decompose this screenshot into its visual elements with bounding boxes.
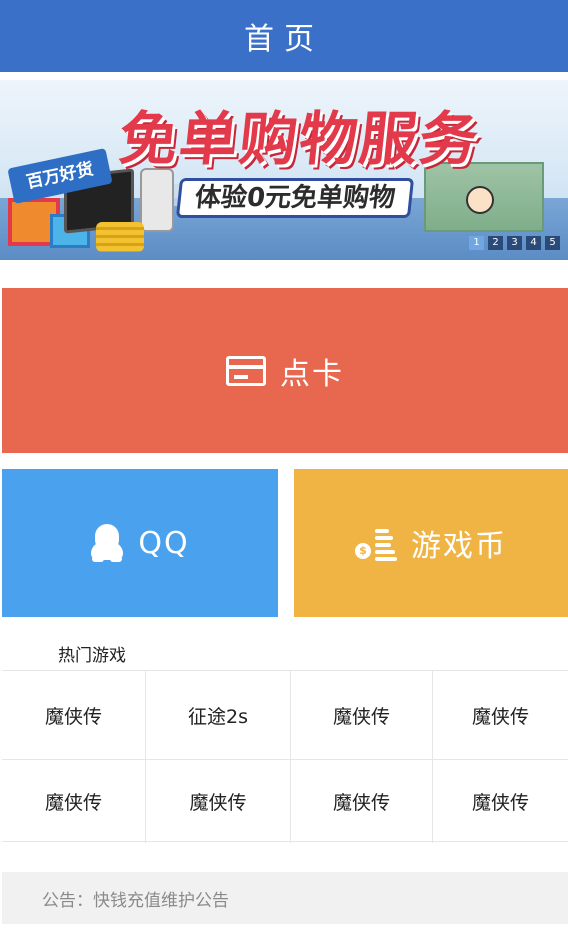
notice-text: 公告：快钱充值维护公告 [42,890,229,911]
notice-bar[interactable]: 公告：快钱充值维护公告 [2,872,568,924]
qq-tile-label: QQ [138,525,190,561]
card-tile-button[interactable]: 点卡 [2,288,568,453]
banner-person-image [466,186,494,214]
banner-page-dot[interactable]: 3 [507,236,522,250]
banner-headline: 免单购物服务 [115,105,484,173]
banner-pagination: 1 2 3 4 5 [469,236,560,250]
game-coin-tile-button[interactable]: $ 游戏币 [294,469,568,617]
game-item[interactable]: 魔侠传 [2,759,146,843]
banner-page-dot[interactable]: 1 [469,236,484,250]
app-header: 首页 [0,0,568,72]
banner-page-dot[interactable]: 5 [545,236,560,250]
qq-penguin-icon [90,524,124,562]
card-icon [226,355,266,386]
phone-image [140,168,174,232]
game-item[interactable]: 魔侠传 [433,759,568,843]
game-item[interactable]: 魔侠传 [291,671,433,759]
coins-image [96,222,144,252]
hot-games-grid: 魔侠传 征途2s 魔侠传 魔侠传 魔侠传 魔侠传 魔侠传 魔侠传 [2,670,568,843]
hot-games-title: 热门游戏 [58,646,126,666]
page-title: 首页 [244,22,324,57]
game-item[interactable]: 魔侠传 [2,671,146,759]
banner-subline: 体验0元免单购物 [175,178,415,218]
banner-page-dot[interactable]: 2 [488,236,503,250]
card-tile-label: 点卡 [280,356,344,392]
game-item[interactable]: 征途2s [146,671,291,759]
game-item[interactable]: 魔侠传 [291,759,433,843]
banner-page-dot[interactable]: 4 [526,236,541,250]
game-item[interactable]: 魔侠传 [146,759,291,843]
qq-tile-button[interactable]: QQ [2,469,278,617]
app-page: 首页 百万好货 免单购物服务 体验0元免单购物 1 2 3 4 5 点卡 QQ [0,0,568,944]
game-coin-tile-label: 游戏币 [411,529,507,564]
promo-banner[interactable]: 百万好货 免单购物服务 体验0元免单购物 1 2 3 4 5 [0,80,568,260]
coins-icon: $ [355,523,397,563]
game-item[interactable]: 魔侠传 [433,671,568,759]
